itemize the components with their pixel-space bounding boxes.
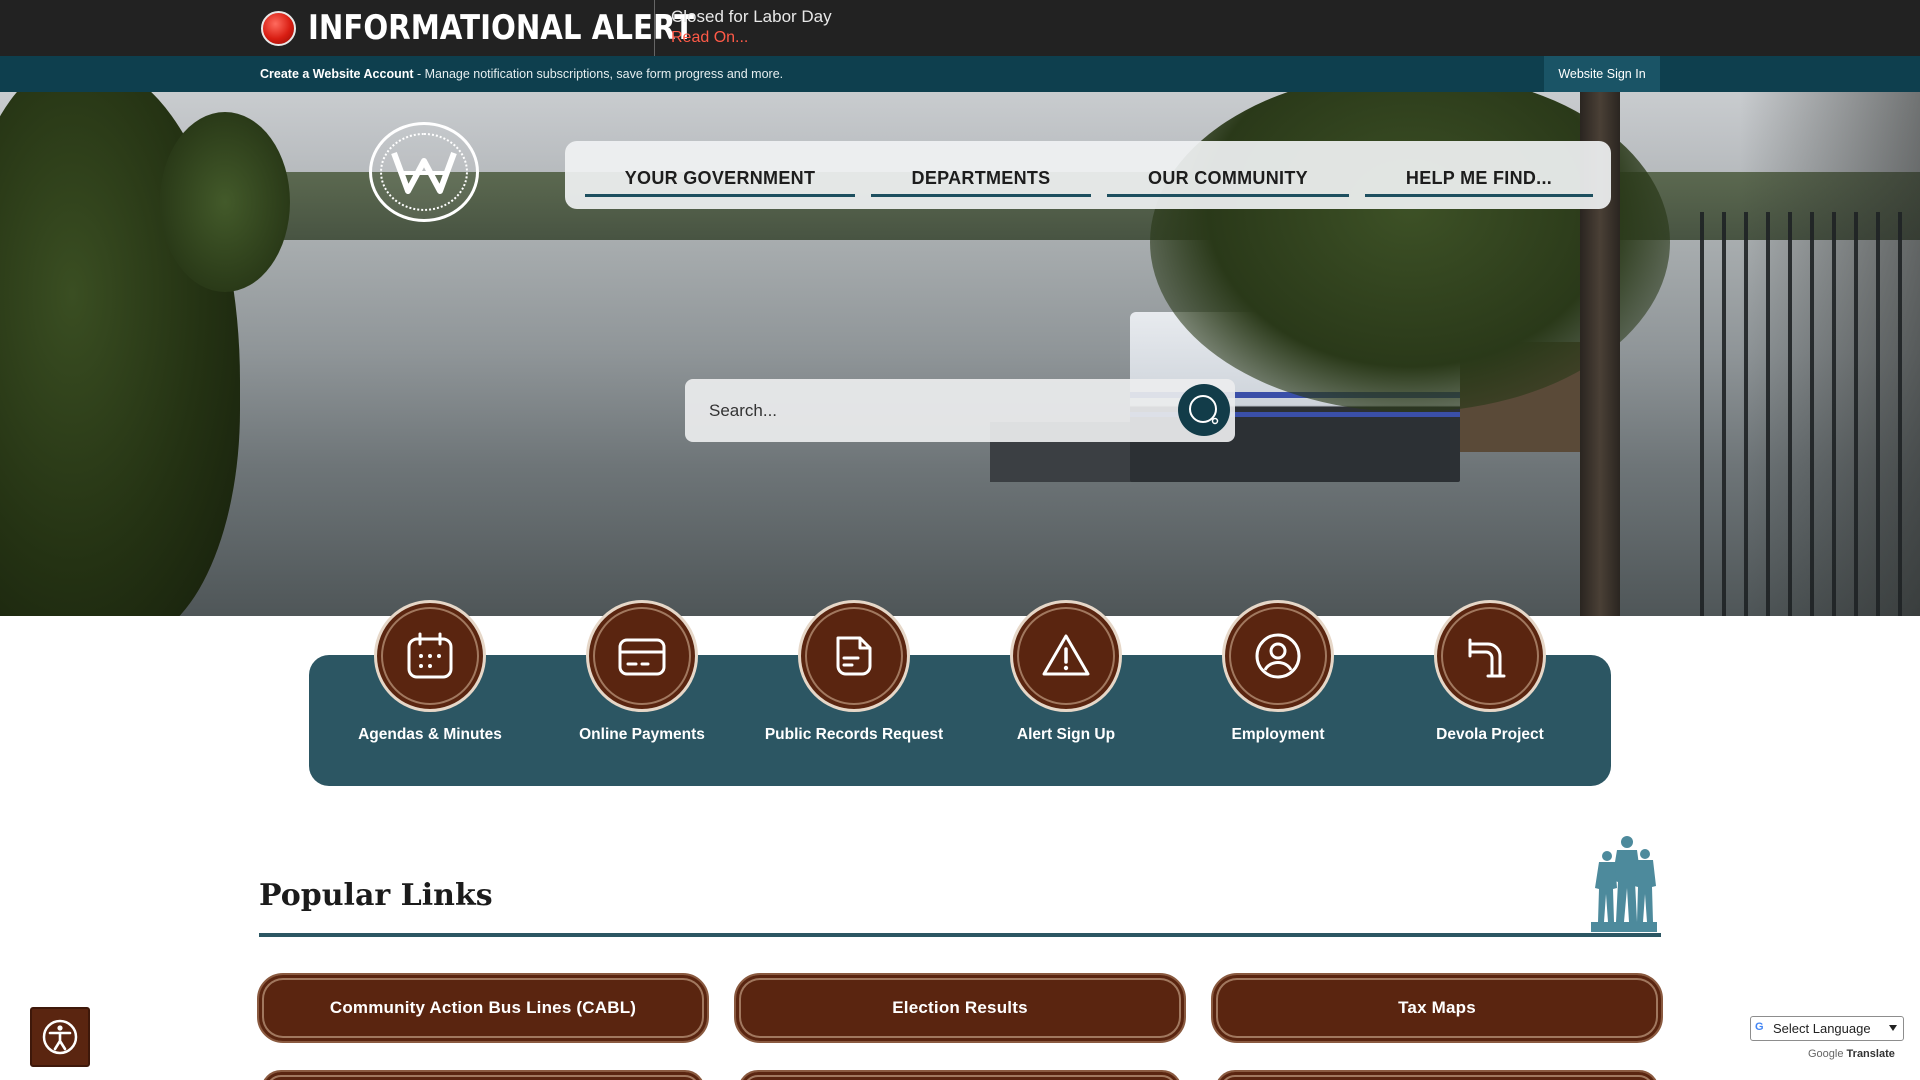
quick-link-circle	[1010, 600, 1122, 712]
nav-our-community[interactable]: OUR COMMUNITY	[1107, 141, 1349, 209]
search-button[interactable]	[1178, 384, 1230, 436]
translate-link[interactable]: Translate	[1847, 1048, 1895, 1060]
alert-title: INFORMATIONAL ALERT	[308, 8, 695, 48]
alert-indicator-icon	[261, 11, 296, 46]
account-banner: Create a Website Account - Manage notifi…	[260, 67, 783, 81]
account-bar: Create a Website Account - Manage notifi…	[0, 56, 1920, 92]
quick-link-circle	[374, 600, 486, 712]
quick-link-label: Alert Sign Up	[1016, 726, 1116, 743]
hero-left-foliage	[160, 112, 290, 292]
powered-by-google: Google Translate	[1808, 1048, 1895, 1060]
quick-link-public-records-request[interactable]: Public Records Request	[754, 600, 954, 780]
google-label: Google	[1808, 1048, 1844, 1060]
quick-link-circle	[586, 600, 698, 712]
hero-fence	[1700, 212, 1920, 616]
popular-link-partial[interactable]	[1215, 1070, 1659, 1080]
quick-link-alert-sign-up[interactable]: Alert Sign Up	[966, 600, 1166, 780]
nav-help-me-find[interactable]: HELP ME FIND...	[1365, 141, 1593, 209]
popular-links-heading: Popular Links	[259, 878, 493, 913]
nav-your-government[interactable]: YOUR GOVERNMENT	[585, 141, 855, 209]
main-navigation: YOUR GOVERNMENT DEPARTMENTS OUR COMMUNIT…	[565, 141, 1611, 209]
popular-link-label: Election Results	[892, 998, 1028, 1017]
popular-link-tax-maps[interactable]: Tax Maps	[1211, 973, 1663, 1043]
quick-link-circle	[798, 600, 910, 712]
quick-link-devola-project[interactable]: Devola Project	[1390, 600, 1590, 780]
pipe-icon	[1468, 638, 1506, 678]
popular-link-partial[interactable]	[261, 1070, 705, 1080]
chevron-down-icon	[1889, 1025, 1897, 1031]
quick-link-label: Devola Project	[1436, 726, 1544, 743]
popular-link-cabl[interactable]: Community Action Bus Lines (CABL)	[257, 973, 709, 1043]
account-description: - Manage notification subscriptions, sav…	[413, 67, 784, 81]
popular-link-election-results[interactable]: Election Results	[734, 973, 1186, 1043]
nav-label: HELP ME FIND...	[1405, 167, 1553, 188]
language-select-label: Select Language	[1773, 1021, 1871, 1036]
search-icon	[1189, 395, 1219, 425]
quick-link-circle	[1434, 600, 1546, 712]
quick-link-employment[interactable]: Employment	[1178, 600, 1378, 780]
statue-icon	[1591, 836, 1657, 932]
google-translate-icon: G	[1755, 1021, 1764, 1033]
popular-link-label: Community Action Bus Lines (CABL)	[329, 998, 637, 1017]
search-input[interactable]	[685, 379, 1165, 442]
quick-link-label: Employment	[1231, 726, 1325, 743]
city-logo[interactable]	[369, 122, 479, 222]
nav-label: YOUR GOVERNMENT	[624, 167, 816, 188]
city-seal-icon	[380, 133, 468, 211]
quick-link-circle	[1222, 600, 1334, 712]
quick-link-label: Online Payments	[579, 726, 705, 743]
quick-link-label: Agendas & Minutes	[358, 726, 502, 743]
quick-link-agendas-minutes[interactable]: Agendas & Minutes	[330, 600, 530, 780]
alert-read-on-link[interactable]: Read On...	[671, 29, 748, 47]
popular-links-divider	[259, 933, 1661, 937]
accessibility-icon	[42, 1019, 78, 1055]
popular-link-label: Tax Maps	[1398, 998, 1476, 1017]
quick-link-label: Public Records Request	[764, 726, 944, 743]
calendar-icon	[407, 632, 453, 679]
accessibility-button[interactable]	[30, 1007, 90, 1067]
create-account-link[interactable]: Create a Website Account	[260, 67, 414, 81]
quick-link-online-payments[interactable]: Online Payments	[542, 600, 742, 780]
alert-message: Closed for Labor Day	[671, 7, 832, 26]
nav-label: OUR COMMUNITY	[1148, 167, 1308, 188]
nav-departments[interactable]: DEPARTMENTS	[871, 141, 1091, 209]
language-select[interactable]: G Select Language	[1750, 1016, 1904, 1041]
alert-bar: INFORMATIONAL ALERT Closed for Labor Day…	[0, 0, 1920, 56]
warning-icon	[1042, 634, 1090, 676]
credit-card-icon	[618, 638, 666, 676]
document-icon	[836, 636, 872, 676]
alert-divider	[654, 0, 655, 56]
popular-link-partial[interactable]	[738, 1070, 1182, 1080]
website-sign-in-button[interactable]: Website Sign In	[1544, 56, 1660, 92]
nav-label: DEPARTMENTS	[911, 167, 1051, 188]
user-icon	[1255, 633, 1301, 679]
